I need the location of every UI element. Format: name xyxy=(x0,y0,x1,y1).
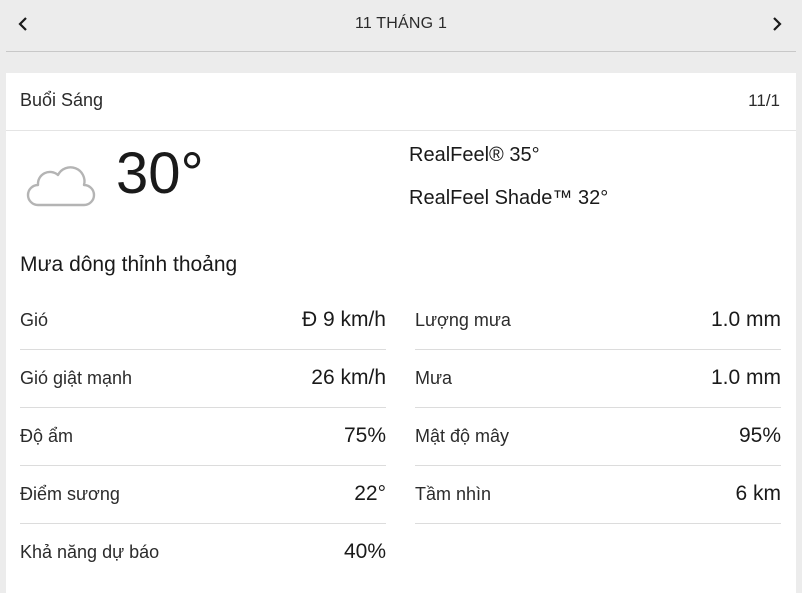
chevron-right-icon xyxy=(773,17,782,31)
detail-label: Mật độ mây xyxy=(415,426,510,446)
detail-label: Tầm nhìn xyxy=(415,484,492,504)
detail-value: 26 km/h xyxy=(311,366,386,389)
period-label: Buổi Sáng xyxy=(20,90,104,110)
detail-value: 22° xyxy=(354,482,386,505)
detail-value: Đ 9 km/h xyxy=(301,308,386,331)
date-title: 11 THÁNG 1 xyxy=(354,15,448,32)
detail-value: 75% xyxy=(343,424,386,447)
detail-row-cloud-cover: Mật độ mây 95% xyxy=(415,408,781,466)
detail-value: 95% xyxy=(738,424,781,447)
short-date: 11/1 xyxy=(748,91,780,110)
nav-divider xyxy=(6,51,796,52)
realfeel: RealFeel® 35° xyxy=(409,144,540,166)
detail-value: 40% xyxy=(343,540,386,563)
detail-row-dew-point: Điểm sương 22° xyxy=(20,466,386,524)
detail-row-wind-gust: Gió giật mạnh 26 km/h xyxy=(20,350,386,408)
detail-value: 1.0 mm xyxy=(710,308,781,331)
detail-label: Điểm sương xyxy=(20,484,120,504)
detail-label: Mưa xyxy=(415,368,453,388)
details-left: Gió Đ 9 km/h Gió giật mạnh 26 km/h Độ ẩm… xyxy=(20,292,386,581)
detail-row-wind: Gió Đ 9 km/h xyxy=(20,292,386,350)
realfeel-shade: RealFeel Shade™ 32° xyxy=(409,187,609,209)
detail-row-humidity: Độ ẩm 75% xyxy=(20,408,386,466)
detail-row-probability: Khả năng dự báo 40% xyxy=(20,524,386,581)
date-navigation-bar: 11 THÁNG 1 xyxy=(0,0,802,52)
card-header: Buổi Sáng 11/1 xyxy=(6,73,796,131)
next-day-button[interactable] xyxy=(763,10,791,38)
cloud-icon xyxy=(24,163,96,214)
detail-row-precipitation: Lượng mưa 1.0 mm xyxy=(415,292,781,350)
weather-phrase: Mưa dông thỉnh thoảng xyxy=(20,253,238,276)
detail-label: Gió xyxy=(20,310,49,330)
detail-label: Độ ẩm xyxy=(20,426,74,446)
details-right: Lượng mưa 1.0 mm Mưa 1.0 mm Mật độ mây 9… xyxy=(415,292,781,524)
detail-value: 6 km xyxy=(735,482,781,505)
detail-label: Khả năng dự báo xyxy=(20,542,160,562)
detail-value: 1.0 mm xyxy=(710,366,781,389)
temperature: 30° xyxy=(116,141,204,206)
detail-label: Lượng mưa xyxy=(415,310,511,330)
forecast-card: Buổi Sáng 11/1 30° RealFeel® 35° RealFee… xyxy=(6,73,796,593)
detail-label: Gió giật mạnh xyxy=(20,368,133,388)
detail-row-rain: Mưa 1.0 mm xyxy=(415,350,781,408)
detail-row-visibility: Tầm nhìn 6 km xyxy=(415,466,781,524)
